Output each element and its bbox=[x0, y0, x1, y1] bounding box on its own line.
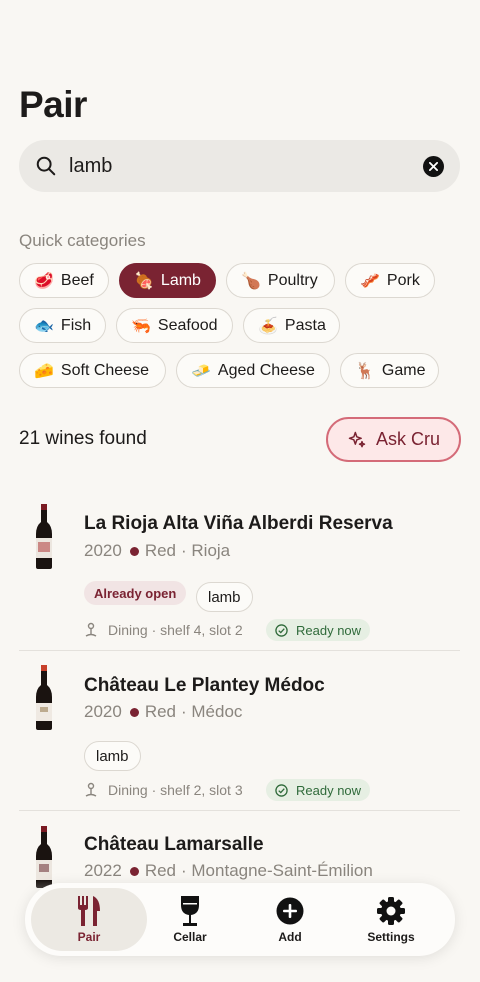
deer-icon: 🦌 bbox=[355, 362, 375, 380]
tab-label: Settings bbox=[367, 930, 415, 944]
tab-bar: Pair Cellar Add Settings bbox=[25, 883, 455, 956]
already-open-badge: Already open bbox=[84, 581, 187, 605]
wine-color: Red bbox=[144, 702, 177, 721]
tab-label: Pair bbox=[77, 930, 101, 944]
clear-search-icon[interactable] bbox=[423, 155, 444, 177]
tab-add[interactable]: Add bbox=[235, 888, 345, 951]
quick-categories-label: Quick categories bbox=[19, 231, 146, 250]
red-dot-icon bbox=[129, 707, 139, 717]
tab-label: Cellar bbox=[173, 930, 207, 944]
chip-label: Beef bbox=[60, 271, 94, 289]
wine-location: Dining · shelf 2, slot 3 bbox=[84, 782, 243, 798]
fork-knife-icon bbox=[76, 895, 102, 927]
chip-label: Aged Cheese bbox=[217, 361, 315, 379]
divider bbox=[19, 810, 460, 811]
chip-poultry[interactable]: 🍗 Poultry bbox=[226, 263, 335, 298]
search-bar[interactable]: lamb bbox=[19, 140, 460, 192]
sparkle-icon bbox=[348, 431, 366, 447]
tab-pair[interactable]: Pair bbox=[31, 888, 147, 951]
wine-list-item[interactable]: Château Le Plantey Médoc 2020 Red · Médo… bbox=[19, 660, 460, 810]
results-count: 21 wines found bbox=[19, 428, 147, 449]
wine-meta: 2020 Red · Rioja bbox=[84, 541, 230, 561]
chip-label: Poultry bbox=[267, 271, 318, 289]
pork-icon: 🥓 bbox=[360, 272, 380, 290]
tab-cellar[interactable]: Cellar bbox=[135, 888, 245, 951]
wine-bottle-icon bbox=[36, 826, 52, 888]
wine-color: Red bbox=[144, 541, 177, 560]
chip-game[interactable]: 🦌 Game bbox=[340, 353, 439, 388]
page-title: Pair bbox=[19, 84, 87, 125]
location-text: Dining · shelf 4, slot 2 bbox=[108, 622, 243, 638]
ask-cru-label: Ask Cru bbox=[375, 429, 440, 449]
ready-label: Ready now bbox=[296, 782, 362, 798]
wine-region: · Rioja bbox=[181, 541, 231, 560]
chip-fish[interactable]: 🐟 Fish bbox=[19, 308, 106, 343]
chip-lamb[interactable]: 🍖 Lamb bbox=[119, 263, 216, 298]
chip-label: Seafood bbox=[157, 316, 218, 334]
plus-circle-icon bbox=[276, 895, 304, 927]
wine-color: Red bbox=[144, 861, 177, 880]
location-text: Dining · shelf 2, slot 3 bbox=[108, 782, 243, 798]
chip-soft-cheese[interactable]: 🧀 Soft Cheese bbox=[19, 353, 166, 388]
divider bbox=[19, 650, 460, 651]
search-input[interactable]: lamb bbox=[69, 155, 423, 178]
chip-label: Soft Cheese bbox=[60, 361, 149, 379]
wine-meta: 2022 Red · Montagne-Saint-Émilion bbox=[84, 861, 373, 881]
ready-now-badge: Ready now bbox=[266, 779, 371, 801]
wine-glass-icon bbox=[179, 895, 201, 927]
wine-name: Château Lamarsalle bbox=[84, 834, 264, 855]
wine-meta: 2020 Red · Médoc bbox=[84, 702, 242, 722]
chip-label: Pork bbox=[386, 271, 420, 289]
lamb-icon: 🍖 bbox=[134, 272, 154, 290]
chip-label: Game bbox=[381, 361, 426, 379]
wine-region: · Montagne-Saint-Émilion bbox=[181, 861, 373, 880]
ready-now-badge: Ready now bbox=[266, 619, 371, 641]
chip-label: Lamb bbox=[160, 271, 201, 289]
wine-name: Château Le Plantey Médoc bbox=[84, 675, 325, 696]
chip-label: Pasta bbox=[284, 316, 326, 334]
red-dot-icon bbox=[129, 546, 139, 556]
wine-list-item[interactable]: La Rioja Alta Viña Alberdi Reserva 2020 … bbox=[19, 496, 460, 650]
tag-lamb: lamb bbox=[196, 582, 253, 612]
wine-year: 2020 bbox=[84, 541, 122, 560]
chip-pork[interactable]: 🥓 Pork bbox=[345, 263, 435, 298]
wine-bottle-icon bbox=[36, 504, 52, 569]
chip-pasta[interactable]: 🍝 Pasta bbox=[243, 308, 340, 343]
wine-year: 2020 bbox=[84, 702, 122, 721]
check-circle-icon bbox=[275, 623, 288, 637]
search-icon bbox=[36, 156, 56, 176]
red-dot-icon bbox=[129, 866, 139, 876]
pasta-icon: 🍝 bbox=[258, 317, 278, 335]
poultry-icon: 🍗 bbox=[241, 272, 261, 290]
chip-beef[interactable]: 🥩 Beef bbox=[19, 263, 109, 298]
tab-settings[interactable]: Settings bbox=[336, 888, 446, 951]
chip-aged-cheese[interactable]: 🧈 Aged Cheese bbox=[176, 353, 330, 388]
tag-lamb: lamb bbox=[84, 741, 141, 771]
wine-location: Dining · shelf 4, slot 2 bbox=[84, 622, 243, 638]
butter-icon: 🧈 bbox=[191, 362, 211, 380]
location-pin-icon bbox=[85, 622, 97, 637]
ready-label: Ready now bbox=[296, 622, 362, 638]
chip-seafood[interactable]: 🦐 Seafood bbox=[116, 308, 233, 343]
cheese-icon: 🧀 bbox=[34, 362, 54, 380]
ask-cru-button[interactable]: Ask Cru bbox=[326, 417, 461, 462]
wine-bottle-icon bbox=[36, 665, 52, 730]
wine-region: · Médoc bbox=[181, 702, 243, 721]
fish-icon: 🐟 bbox=[34, 317, 54, 335]
seafood-icon: 🦐 bbox=[131, 317, 151, 335]
check-circle-icon bbox=[275, 783, 288, 797]
wine-name: La Rioja Alta Viña Alberdi Reserva bbox=[84, 513, 393, 534]
wine-year: 2022 bbox=[84, 861, 122, 880]
gear-icon bbox=[376, 895, 406, 927]
location-pin-icon bbox=[85, 782, 97, 797]
beef-icon: 🥩 bbox=[34, 272, 54, 290]
chip-label: Fish bbox=[60, 316, 92, 334]
tab-label: Add bbox=[278, 930, 302, 944]
